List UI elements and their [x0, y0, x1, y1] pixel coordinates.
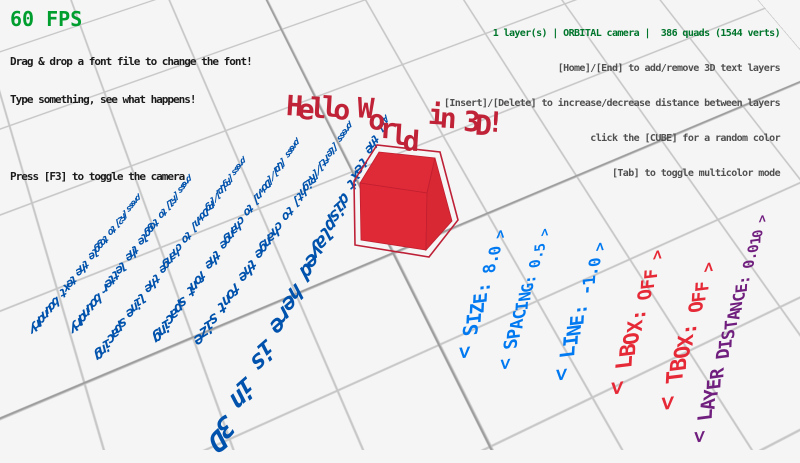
- help-type-something: Type something, see what happens!: [10, 94, 252, 105]
- fps-counter: 60 FPS: [10, 9, 82, 29]
- help-gap: [10, 132, 252, 144]
- help-panel-left: Drag & drop a font file to change the fo…: [10, 34, 252, 198]
- help-layer-distance: [Insert]/[Delete] to increase/decrease d…: [444, 99, 780, 109]
- help-multicolor-mode: [Tab] to toggle multicolor mode: [444, 169, 780, 179]
- help-drag-drop-font: Drag & drop a font file to change the fo…: [10, 56, 252, 67]
- help-panel-right: 1 layer(s) | ORBITAL camera | 386 quads …: [444, 9, 780, 194]
- cube-front-face: [360, 183, 427, 250]
- help-cube-random-color: click the [CUBE] for a random color: [444, 134, 780, 144]
- help-toggle-camera: Press [F3] to toggle the camera: [10, 171, 252, 182]
- stats-line: 1 layer(s) | ORBITAL camera | 386 quads …: [444, 29, 780, 39]
- help-add-remove-layers: [Home]/[End] to add/remove 3D text layer…: [444, 64, 780, 74]
